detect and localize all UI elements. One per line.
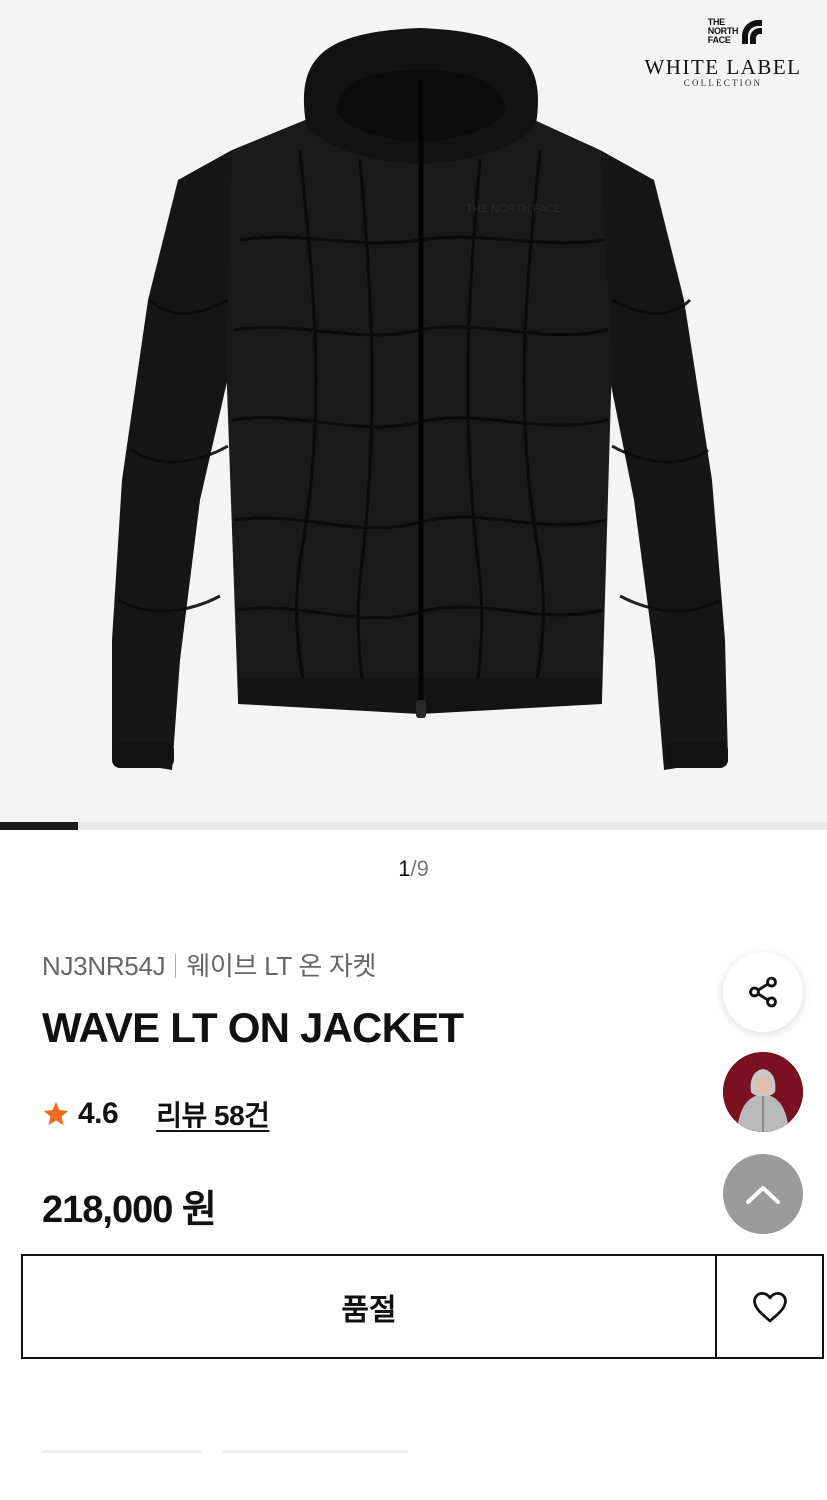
- north-face-logo: THE NORTH FACE: [707, 18, 763, 45]
- purchase-row: 품절: [21, 1254, 824, 1359]
- tabs-placeholder: [0, 1450, 827, 1454]
- share-icon: [749, 976, 777, 1008]
- divider: [175, 954, 177, 978]
- logo-line: FACE: [707, 35, 731, 45]
- product-image-gallery[interactable]: THE NORTH FACE THE NORTH FACE WHITE LABE…: [0, 0, 827, 830]
- svg-text:THE NORTH FACE: THE NORTH FACE: [466, 203, 562, 215]
- north-face-arc-icon: [742, 20, 763, 44]
- scroll-top-button[interactable]: [723, 1154, 803, 1234]
- tab-placeholder: [222, 1450, 408, 1453]
- brand-logo: THE NORTH FACE WHITE LABEL COLLECTION: [643, 18, 803, 89]
- product-price: 218,000 원: [42, 1189, 217, 1231]
- chevron-up-icon: [746, 1186, 780, 1204]
- gallery-pager: 1/9: [0, 856, 827, 882]
- avatar[interactable]: [723, 1052, 803, 1132]
- gallery-progress-bar: [0, 822, 827, 830]
- rating-row: 4.6 리뷰 58건: [42, 1094, 270, 1134]
- tab-placeholder: [42, 1450, 202, 1453]
- collection-text: COLLECTION: [683, 78, 763, 88]
- star-icon: [43, 1102, 69, 1126]
- product-name-ko: 웨이브 LT 온 자켓: [186, 951, 377, 981]
- share-button[interactable]: [723, 952, 803, 1032]
- reviews-link[interactable]: 리뷰 58건: [156, 1094, 270, 1134]
- pager-total: 9: [416, 856, 429, 881]
- heart-icon: [752, 1291, 787, 1322]
- product-code-line: NJ3NR54J 웨이브 LT 온 자켓: [42, 946, 376, 983]
- wishlist-button[interactable]: [717, 1254, 824, 1359]
- model-thumbnail: [723, 1052, 803, 1132]
- product-code: NJ3NR54J: [42, 951, 166, 981]
- product-title: WAVE LT ON JACKET: [42, 1004, 464, 1051]
- white-label-text: WHITE LABEL: [644, 55, 802, 79]
- gallery-progress-fill: [0, 822, 79, 830]
- rating-score: 4.6: [78, 1097, 119, 1130]
- pager-current: 1: [398, 856, 411, 881]
- sold-out-button[interactable]: 품절: [21, 1254, 717, 1359]
- product-image[interactable]: THE NORTH FACE: [0, 0, 827, 822]
